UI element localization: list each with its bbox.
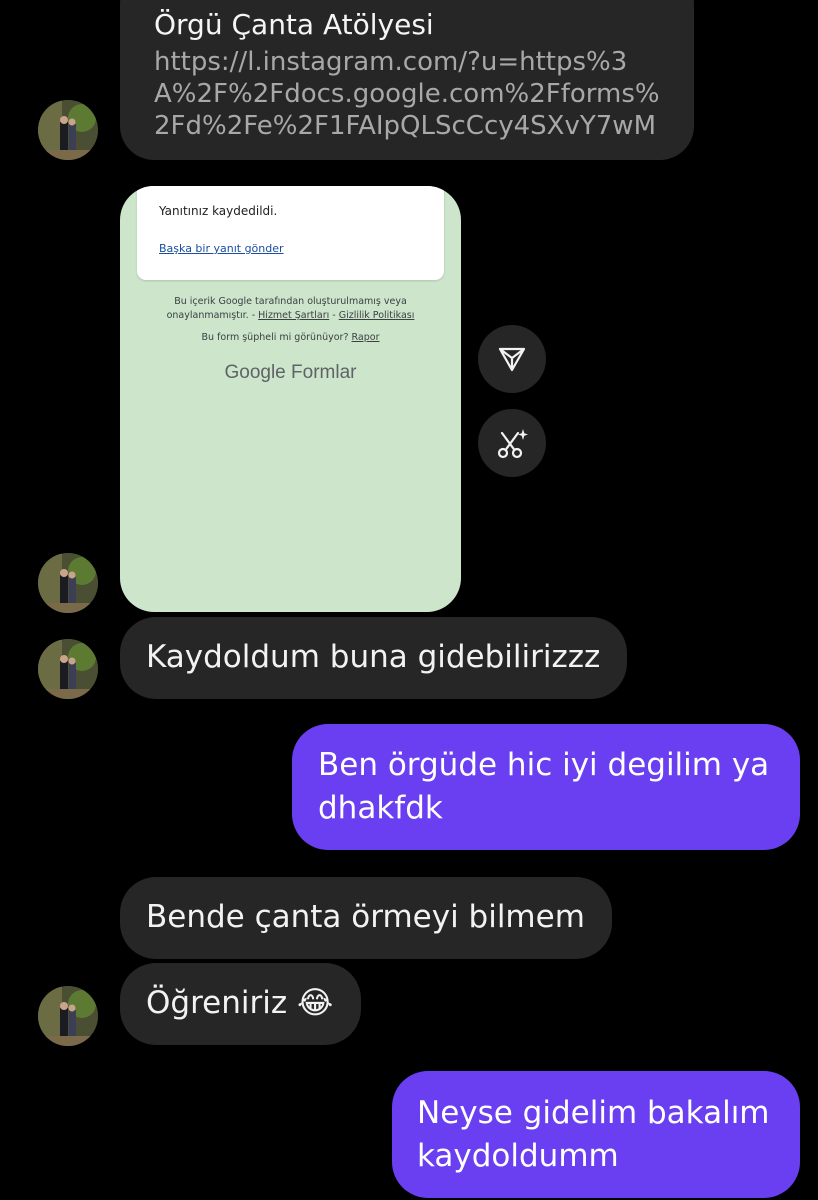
terms-link: Hizmet Şartları: [258, 310, 330, 321]
link-preview-url[interactable]: https://l.instagram.com/?u=https%3A%2F%2…: [154, 46, 662, 142]
form-report-line: Bu form şüpheli mi görünüyor? Rapor: [120, 332, 461, 343]
share-button[interactable]: [478, 325, 546, 393]
link-preview-title: Örgü Çanta Atölyesi: [154, 8, 434, 41]
message-bubble-outgoing[interactable]: Ben örgüde hic iyi degilim ya dhakfdk: [292, 724, 800, 850]
message-bubble-incoming[interactable]: Kaydoldum buna gidebilirizzz: [120, 617, 628, 699]
disclaimer-line-2-text: onaylanmamıştır. -: [166, 310, 256, 321]
message-bubble-outgoing[interactable]: Neyse gidelim bakalım kaydoldumm: [392, 1071, 800, 1198]
form-another-response-link: Başka bir yanıt gönder: [159, 242, 284, 255]
suspicious-text: Bu form şüpheli mi görünüyor?: [201, 332, 349, 343]
send-icon: [498, 347, 526, 372]
scissors-sparkle-icon: [497, 429, 528, 459]
disclaimer-line-2: onaylanmamıştır. - Hizmet Şartları - Giz…: [120, 309, 461, 323]
message-bubble-incoming[interactable]: Bende çanta örmeyi bilmem: [120, 877, 612, 959]
form-saved-text: Yanıtınız kaydedildi.: [159, 204, 278, 218]
logo-forms: Formlar: [291, 362, 357, 383]
link-preview-bubble[interactable]: Örgü Çanta Atölyesi https://l.instagram.…: [120, 0, 694, 160]
avatar[interactable]: [38, 553, 98, 613]
privacy-link: Gizlilik Politikası: [338, 310, 415, 321]
avatar[interactable]: [38, 639, 98, 699]
form-disclaimer: Bu içerik Google tarafından oluşturulmam…: [120, 295, 461, 323]
google-forms-logo: Google Formlar: [120, 362, 461, 384]
avatar[interactable]: [38, 986, 98, 1046]
form-response-card: Yanıtınız kaydedildi. Başka bir yanıt gö…: [137, 186, 444, 280]
disclaimer-line-1: Bu içerik Google tarafından oluşturulmam…: [174, 296, 407, 307]
remix-button[interactable]: [478, 409, 546, 477]
link-separator: -: [329, 310, 339, 321]
shared-image[interactable]: Yanıtınız kaydedildi. Başka bir yanıt gö…: [120, 186, 461, 612]
message-bubble-incoming[interactable]: Öğreniriz 😂: [120, 963, 362, 1045]
logo-google: Google: [224, 362, 286, 383]
report-link: Rapor: [351, 332, 380, 343]
avatar[interactable]: [38, 100, 98, 160]
